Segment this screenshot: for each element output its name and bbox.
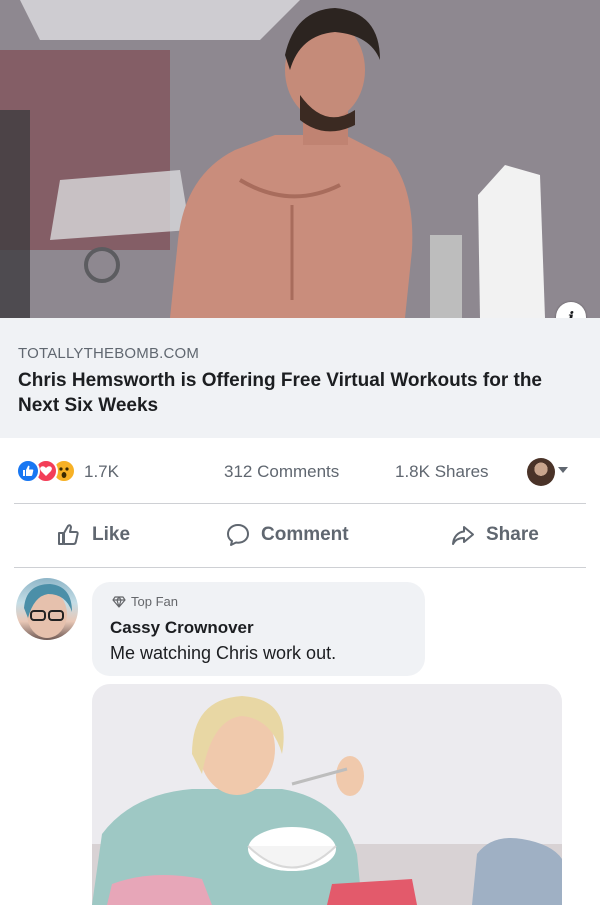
- comment-icon: [227, 524, 249, 546]
- share-arrow-icon: [452, 526, 474, 545]
- comment-attachment[interactable]: [92, 684, 562, 905]
- divider: [14, 503, 586, 504]
- shirtless-man-photo: [0, 0, 600, 318]
- comment-count[interactable]: 312 Comments: [224, 462, 339, 482]
- comment-text: Me watching Chris work out.: [110, 643, 337, 663]
- share-count[interactable]: 1.8K Shares: [395, 462, 489, 482]
- viewer-avatar[interactable]: [527, 458, 555, 486]
- post-image[interactable]: i: [0, 0, 600, 318]
- like-reaction-icon[interactable]: [16, 459, 40, 483]
- thumbs-up-icon: [58, 524, 79, 545]
- reaction-count[interactable]: 1.7K: [84, 462, 119, 482]
- reaction-summary: 1.7K 312 Comments 1.8K Shares: [0, 452, 600, 492]
- comment-bubble[interactable]: Top Fan Cassy Crownover Me watching Chri…: [92, 582, 425, 676]
- top-fan-badge: Top Fan: [112, 594, 178, 609]
- diamond-icon: [112, 595, 126, 608]
- comment-button[interactable]: Comment: [225, 510, 349, 560]
- action-bar: Like Comment Share: [0, 510, 600, 560]
- woman-eating-cereal-photo: [92, 684, 562, 905]
- link-title[interactable]: Chris Hemsworth is Offering Free Virtual…: [18, 368, 578, 418]
- chevron-down-icon[interactable]: [558, 467, 568, 473]
- top-fan-label: Top Fan: [131, 594, 178, 609]
- link-domain: TOTALLYTHEBOMB.COM: [18, 345, 200, 362]
- avatar[interactable]: [16, 578, 78, 640]
- like-label: Like: [92, 524, 131, 545]
- like-button[interactable]: Like: [56, 510, 130, 560]
- comment-author[interactable]: Cassy Crownover: [110, 618, 254, 638]
- commenter-photo: [24, 584, 72, 638]
- share-label: Share: [486, 524, 539, 545]
- share-button[interactable]: Share: [450, 510, 539, 560]
- divider: [14, 567, 586, 568]
- comment-label: Comment: [261, 524, 349, 545]
